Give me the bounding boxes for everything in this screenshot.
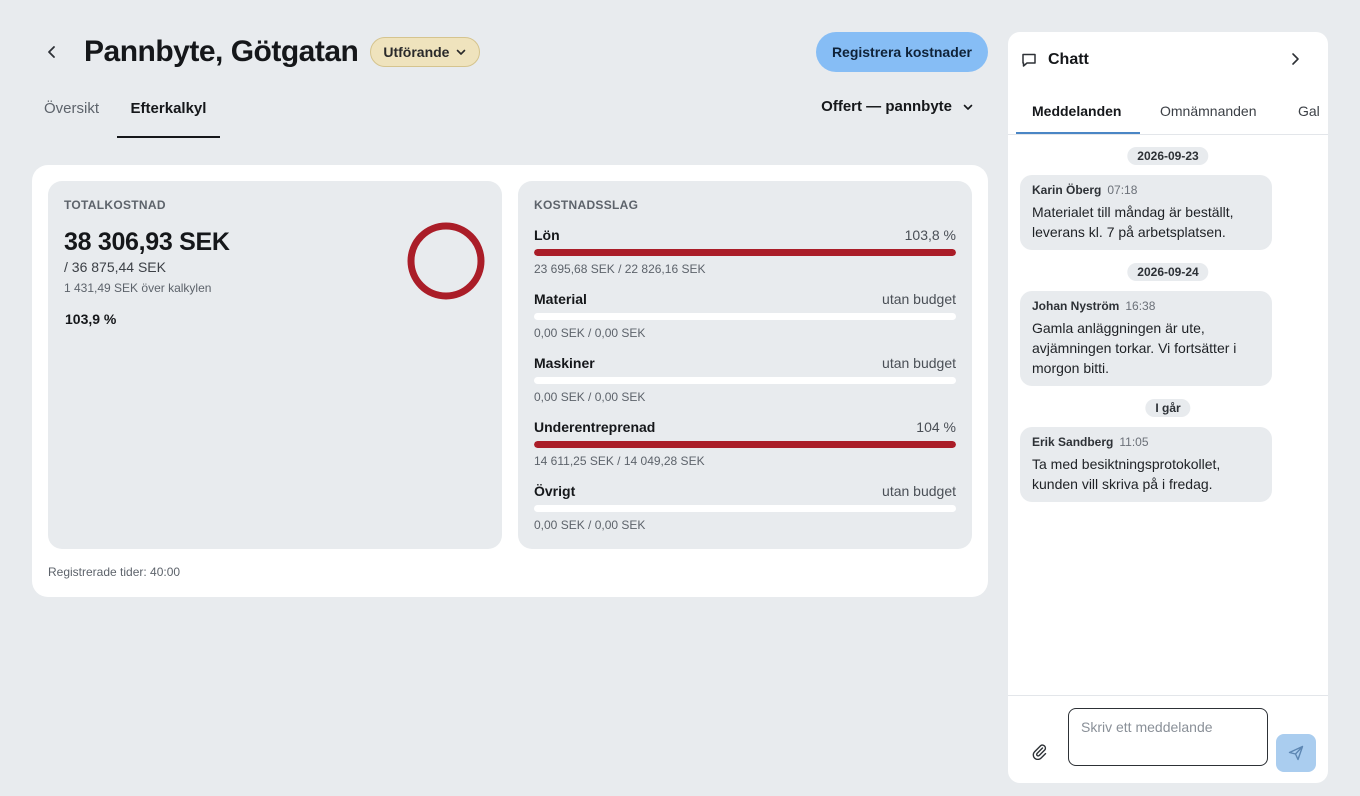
total-amount: 38 306,93 SEK	[64, 228, 230, 256]
message-author: Erik Sandberg	[1032, 435, 1114, 449]
chat-header: Chatt	[1008, 32, 1328, 88]
cost-row: Lön 103,8 % 23 695,68 SEK / 22 826,16 SE…	[534, 227, 956, 283]
chat-tab-bar: Meddelanden Omnämnanden Gal	[1008, 88, 1328, 135]
tab-bar: Översikt Efterkalkyl Offert — pannbyte	[32, 94, 988, 138]
message-meta: Karin Öberg 07:18	[1032, 183, 1260, 197]
date-separator: 2026-09-23	[1127, 147, 1209, 165]
message-text: Ta med besiktningsprotokollet, kunden vi…	[1032, 456, 1221, 492]
message-meta: Erik Sandberg 11:05	[1032, 435, 1260, 449]
cost-percent: utan budget	[882, 291, 956, 307]
cost-row: Övrigt utan budget 0,00 SEK / 0,00 SEK	[534, 483, 956, 539]
cost-amounts: 0,00 SEK / 0,00 SEK	[534, 390, 646, 404]
date-separator: 2026-09-24	[1127, 263, 1209, 281]
cost-name: Övrigt	[534, 483, 576, 499]
chat-tab-gallery[interactable]: Gal	[1298, 103, 1320, 119]
send-button[interactable]	[1276, 734, 1316, 772]
cost-row: Material utan budget 0,00 SEK / 0,00 SEK	[534, 291, 956, 347]
cost-bar	[534, 313, 956, 320]
cost-name: Material	[534, 291, 587, 307]
cost-bar	[534, 441, 956, 448]
chevron-right-icon[interactable]	[1286, 50, 1304, 68]
message-time: 11:05	[1119, 435, 1149, 449]
total-cost-label: TOTALKOSTNAD	[64, 198, 166, 212]
cost-amounts: 14 611,25 SEK / 14 049,28 SEK	[534, 454, 705, 468]
chevron-left-icon	[48, 46, 55, 58]
message-input[interactable]	[1068, 708, 1268, 766]
message-time: 16:38	[1125, 299, 1156, 313]
cost-name: Lön	[534, 227, 560, 243]
cost-row: Underentreprenad 104 % 14 611,25 SEK / 1…	[534, 419, 956, 475]
budget-amount: / 36 875,44 SEK	[64, 259, 166, 275]
message-text: Materialet till måndag är beställt, leve…	[1032, 204, 1234, 240]
cost-amounts: 0,00 SEK / 0,00 SEK	[534, 326, 646, 340]
cost-percent: 103,8 %	[904, 227, 956, 243]
cost-bar	[534, 377, 956, 384]
chat-message: Karin Öberg 07:18 Materialet till måndag …	[1020, 175, 1272, 250]
offer-select-value: Offert — pannbyte	[821, 98, 952, 115]
post-calculation-panel: TOTALKOSTNAD 38 306,93 SEK / 36 875,44 S…	[32, 165, 988, 597]
page-title: Pannbyte, Götgatan	[84, 35, 359, 68]
offer-select[interactable]: Offert — pannbyte	[821, 98, 974, 115]
chat-tab-mentions[interactable]: Omnämnanden	[1160, 103, 1257, 119]
chat-title: Chatt	[1048, 51, 1089, 68]
total-percent: 103,9 %	[65, 311, 117, 327]
active-tab-indicator	[1016, 132, 1140, 134]
cost-amounts: 23 695,68 SEK / 22 826,16 SEK	[534, 262, 706, 276]
total-cost-card: TOTALKOSTNAD 38 306,93 SEK / 36 875,44 S…	[48, 181, 502, 549]
cost-bar	[534, 249, 956, 256]
back-button[interactable]	[40, 40, 64, 64]
chat-message: Erik Sandberg 11:05 Ta med besiktningspro…	[1020, 427, 1272, 502]
chat-tab-messages[interactable]: Meddelanden	[1032, 103, 1121, 119]
cost-percent: 104 %	[916, 419, 956, 435]
cost-bar-fill	[534, 249, 956, 256]
chevron-down-icon	[457, 49, 466, 55]
status-dropdown[interactable]: Utförande	[370, 37, 481, 67]
progress-ring-fill	[407, 222, 485, 300]
chat-bubble-icon	[1022, 53, 1036, 67]
chat-panel: Chatt Meddelanden Omnämnanden Gal 2026-0…	[1008, 32, 1328, 783]
send-icon	[1288, 745, 1304, 761]
message-author: Karin Öberg	[1032, 183, 1102, 197]
cost-name: Underentreprenad	[534, 419, 656, 435]
status-label: Utförande	[383, 44, 450, 60]
cost-name: Maskiner	[534, 355, 595, 371]
date-separator: I går	[1145, 399, 1191, 417]
paperclip-icon[interactable]	[1030, 742, 1048, 760]
cost-row: Maskiner utan budget 0,00 SEK / 0,00 SEK	[534, 355, 956, 411]
over-budget-text: 1 431,49 SEK över kalkylen	[64, 281, 212, 295]
cost-bar-fill	[534, 441, 956, 448]
chevron-down-icon	[963, 104, 973, 110]
cost-percent: utan budget	[882, 483, 956, 499]
message-author: Johan Nyström	[1032, 299, 1120, 313]
chat-message: Johan Nyström 16:38 Gamla anläggningen är…	[1020, 291, 1272, 386]
cost-percent: utan budget	[882, 355, 956, 371]
progress-ring	[407, 222, 485, 300]
chat-composer	[1008, 695, 1328, 783]
cost-bar	[534, 505, 956, 512]
cost-types-card: KOSTNADSSLAG Lön 103,8 % 23 695,68 SEK /…	[518, 181, 972, 549]
page-header: Pannbyte, Götgatan Utförande Registrera …	[32, 32, 988, 72]
cost-amounts: 0,00 SEK / 0,00 SEK	[534, 518, 646, 532]
message-text: Gamla anläggningen är ute, avjämningen t…	[1032, 320, 1237, 376]
main-area: Pannbyte, Götgatan Utförande Registrera …	[32, 32, 988, 597]
register-costs-button[interactable]: Registrera kostnader	[815, 32, 988, 72]
message-time: 07:18	[1107, 183, 1138, 197]
tab-post-calculation[interactable]: Efterkalkyl	[117, 94, 220, 138]
cost-types-label: KOSTNADSSLAG	[534, 198, 639, 212]
message-meta: Johan Nyström 16:38	[1032, 299, 1260, 313]
registered-times: Registrerade tider: 40:00	[48, 565, 181, 579]
tab-overview[interactable]: Översikt	[44, 94, 99, 138]
